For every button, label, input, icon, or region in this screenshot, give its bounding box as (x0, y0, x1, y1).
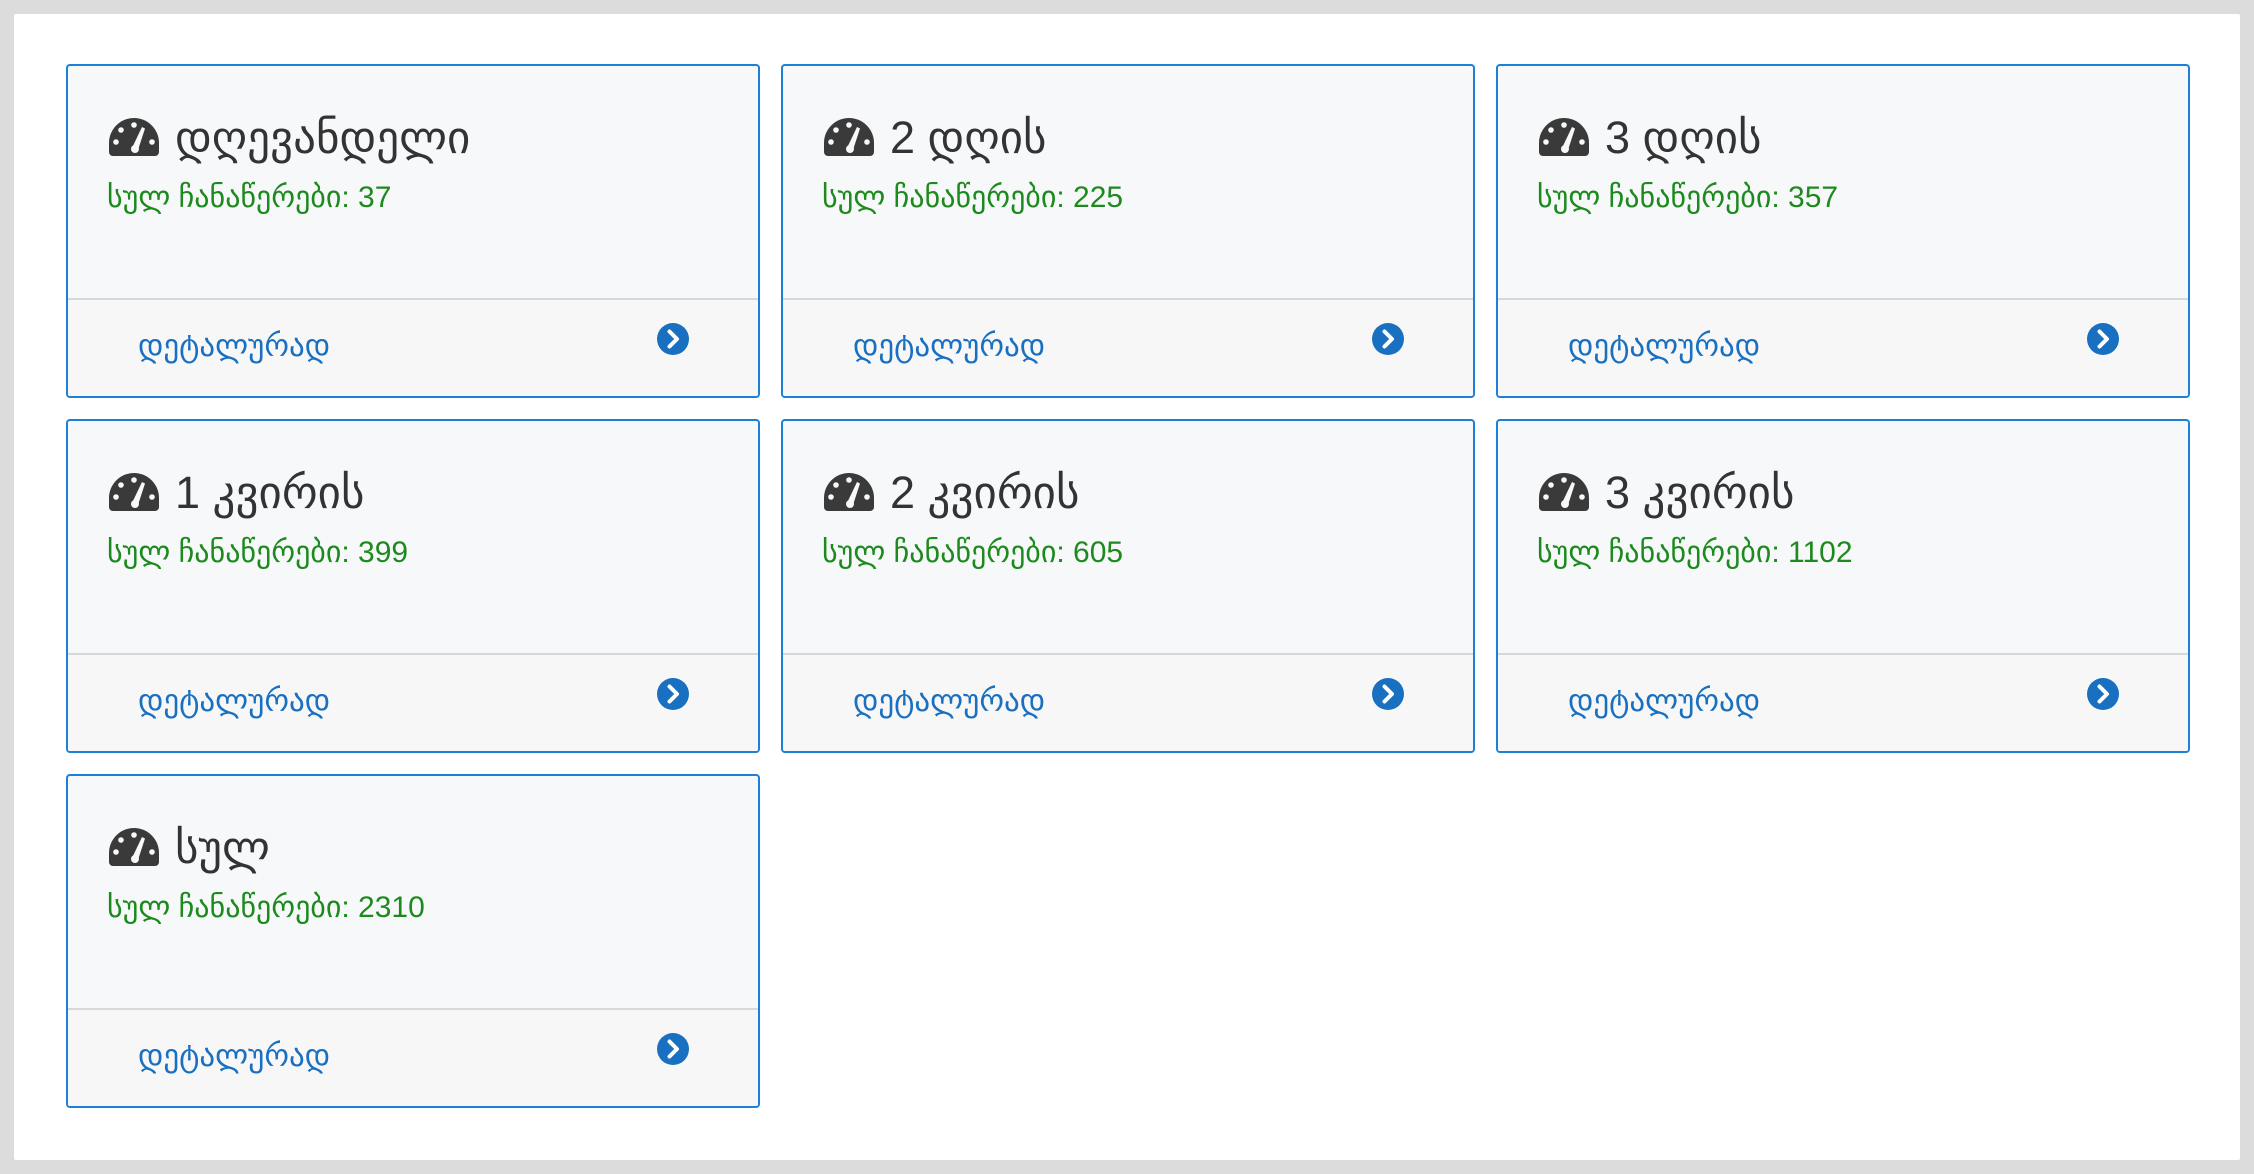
stat-card-all: სულ სულ ჩანაწერები: 2310 დეტალურად (66, 774, 760, 1108)
record-total: სულ ჩანაწერები: 605 (822, 536, 1124, 569)
card-title: 2 კვირის (822, 461, 1473, 523)
details-footer-link[interactable]: დეტალურად (1498, 653, 2188, 751)
card-body: დღევანდელი სულ ჩანაწერები: 37 (68, 66, 758, 302)
content-panel: დღევანდელი სულ ჩანაწერები: 37 დეტალურად (14, 14, 2240, 1160)
record-total: სულ ჩანაწერები: 225 (822, 181, 1124, 214)
details-footer-link[interactable]: დეტალურად (68, 653, 758, 751)
record-total: სულ ჩანაწერები: 2310 (107, 891, 425, 924)
gauge-icon (1539, 118, 1589, 156)
details-link-text[interactable]: დეტალურად (138, 683, 330, 719)
gauge-icon (109, 828, 159, 866)
stat-card-2-weeks: 2 კვირის სულ ჩანაწერები: 605 დეტალურად (781, 419, 1475, 753)
chevron-circle-right-icon[interactable] (656, 322, 690, 356)
card-body: 1 კვირის სულ ჩანაწერები: 399 (68, 421, 758, 657)
gauge-icon (824, 118, 874, 156)
gauge-icon (109, 473, 159, 511)
record-total: სულ ჩანაწერები: 1102 (1537, 536, 1853, 569)
card-body: სულ სულ ჩანაწერები: 2310 (68, 776, 758, 1012)
details-link-text[interactable]: დეტალურად (1568, 683, 1760, 719)
card-title: 3 დღის (1537, 106, 2188, 168)
chevron-circle-right-icon[interactable] (656, 677, 690, 711)
card-title-text: დღევანდელი (175, 111, 471, 163)
details-link-text[interactable]: დეტალურად (853, 683, 1045, 719)
stat-card-today: დღევანდელი სულ ჩანაწერები: 37 დეტალურად (66, 64, 760, 398)
gauge-icon (109, 118, 159, 156)
chevron-circle-right-icon[interactable] (656, 1032, 690, 1066)
card-title: 1 კვირის (107, 461, 758, 523)
details-footer-link[interactable]: დეტალურად (68, 298, 758, 396)
card-title: 2 დღის (822, 106, 1473, 168)
card-body: 2 კვირის სულ ჩანაწერები: 605 (783, 421, 1473, 657)
chevron-circle-right-icon[interactable] (2086, 322, 2120, 356)
details-footer-link[interactable]: დეტალურად (783, 653, 1473, 751)
gauge-icon (1539, 473, 1589, 511)
chevron-circle-right-icon[interactable] (1371, 322, 1405, 356)
details-link-text[interactable]: დეტალურად (138, 1038, 330, 1074)
details-link-text[interactable]: დეტალურად (138, 328, 330, 364)
card-title: დღევანდელი (107, 106, 758, 168)
stat-card-1-week: 1 კვირის სულ ჩანაწერები: 399 დეტალურად (66, 419, 760, 753)
stat-card-3-weeks: 3 კვირის სულ ჩანაწერები: 1102 დეტალურად (1496, 419, 2190, 753)
card-body: 3 დღის სულ ჩანაწერები: 357 (1498, 66, 2188, 302)
card-title-text: სულ (175, 821, 270, 873)
stat-card-2-days: 2 დღის სულ ჩანაწერები: 225 დეტალურად (781, 64, 1475, 398)
record-total: სულ ჩანაწერები: 357 (1537, 181, 1839, 214)
card-title-text: 1 კვირის (175, 466, 365, 518)
card-title-text: 3 კვირის (1605, 466, 1795, 518)
stats-card-grid: დღევანდელი სულ ჩანაწერები: 37 დეტალურად (66, 64, 2190, 1108)
gauge-icon (824, 473, 874, 511)
record-total: სულ ჩანაწერები: 37 (107, 181, 392, 214)
card-title: სულ (107, 816, 758, 878)
details-footer-link[interactable]: დეტალურად (783, 298, 1473, 396)
details-link-text[interactable]: დეტალურად (853, 328, 1045, 364)
card-body: 2 დღის სულ ჩანაწერები: 225 (783, 66, 1473, 302)
card-title-text: 2 დღის (890, 111, 1047, 163)
details-footer-link[interactable]: დეტალურად (68, 1008, 758, 1106)
chevron-circle-right-icon[interactable] (2086, 677, 2120, 711)
chevron-circle-right-icon[interactable] (1371, 677, 1405, 711)
card-title-text: 2 კვირის (890, 466, 1080, 518)
details-link-text[interactable]: დეტალურად (1568, 328, 1760, 364)
card-title-text: 3 დღის (1605, 111, 1762, 163)
card-body: 3 კვირის სულ ჩანაწერები: 1102 (1498, 421, 2188, 657)
stat-card-3-days: 3 დღის სულ ჩანაწერები: 357 დეტალურად (1496, 64, 2190, 398)
card-title: 3 კვირის (1537, 461, 2188, 523)
record-total: სულ ჩანაწერები: 399 (107, 536, 409, 569)
details-footer-link[interactable]: დეტალურად (1498, 298, 2188, 396)
